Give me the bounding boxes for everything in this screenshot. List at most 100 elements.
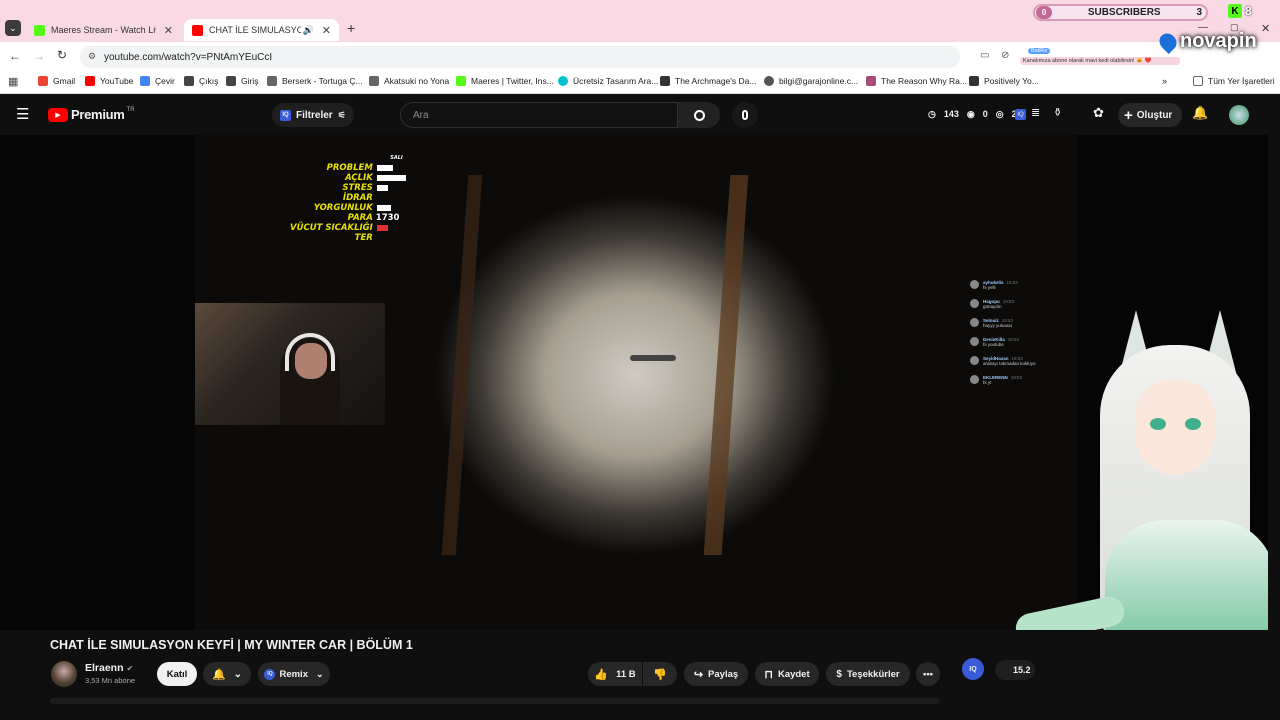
- all-bookmarks-folder[interactable]: Tüm Yer İşaretleri: [1193, 76, 1275, 86]
- site-icon: [267, 76, 277, 86]
- tab-search-button[interactable]: ⌄: [5, 20, 21, 36]
- chat-message: ayhukelis 19:53 hi yelli: [970, 280, 1060, 290]
- subscribe-bell-button[interactable]: 🔔 ⌄: [203, 662, 251, 686]
- url-field[interactable]: ⚙ youtube.com/watch?v=PNtAmYEuCcI: [80, 46, 960, 68]
- eye-off-icon[interactable]: ⊘: [1001, 50, 1009, 61]
- join-button[interactable]: Katıl: [157, 662, 197, 686]
- vtuber-fan: [1013, 593, 1127, 630]
- bookmark-archmage[interactable]: The Archmage's Da...: [660, 76, 756, 86]
- apps-grid-icon[interactable]: ▦: [8, 75, 18, 88]
- bookmark-canva[interactable]: Ücretsiz Tasarım Ara...: [558, 76, 658, 86]
- bookmark-garajonline[interactable]: bilgi@garajonline.c...: [764, 76, 858, 86]
- chat-body: Hagopu 19:53 günaydın: [983, 299, 1014, 309]
- subscribers-label: SUBSCRIBERS: [1087, 7, 1161, 18]
- hud-row: AÇLIK: [290, 173, 413, 183]
- iq-extension-icon[interactable]: IQ: [1015, 109, 1026, 120]
- avatar[interactable]: [1229, 105, 1249, 125]
- like-button[interactable]: 👍 11 B: [588, 662, 642, 686]
- bookmark-reason[interactable]: The Reason Why Ra...: [866, 76, 967, 86]
- bookmark-label: Çıkış: [199, 76, 219, 86]
- share-button[interactable]: ↪ Paylaş: [684, 662, 748, 686]
- hud-row: PARA 1730: [290, 213, 413, 223]
- remix-button[interactable]: IQ Remix ⌄: [258, 662, 330, 686]
- more-actions-button[interactable]: •••: [916, 662, 940, 686]
- chevron-down-icon: ⌄: [233, 668, 243, 680]
- chat-text: hi yelli: [983, 285, 996, 290]
- chat-avatar: [970, 356, 979, 365]
- hud-row: İDRAR: [290, 193, 413, 203]
- video-player[interactable]: SALI PROBLEM AÇLIK STRES İDRAR YORGUNLUK PARA…: [0, 135, 1268, 630]
- window-close-icon[interactable]: ✕: [1261, 22, 1270, 35]
- hud-label: PARA: [347, 213, 373, 223]
- page-icon: [184, 76, 194, 86]
- kick-follower-badge: K 8: [1228, 2, 1260, 20]
- close-tab-icon[interactable]: ✕: [164, 24, 173, 37]
- chat-avatar: [970, 318, 979, 327]
- thanks-icon: $: [836, 668, 842, 680]
- chevron-down-icon: ⌄: [315, 668, 324, 679]
- channel-avatar[interactable]: [51, 661, 77, 687]
- back-icon[interactable]: ←: [9, 49, 21, 63]
- cast-icon[interactable]: ▭: [980, 50, 989, 61]
- target-icon: ◉: [966, 109, 975, 119]
- extension-puzzle-icon[interactable]: ✿: [1093, 105, 1104, 121]
- hud-row: STRES: [290, 183, 413, 193]
- reload-icon[interactable]: ↻: [57, 48, 67, 62]
- hud-slot: [373, 175, 413, 181]
- speaker-icon[interactable]: 🔊: [303, 25, 314, 36]
- bookmark-maeres[interactable]: Maeres | Twitter, Ins...: [456, 76, 554, 86]
- more-bookmarks-icon[interactable]: »: [1162, 76, 1167, 86]
- eye-icon: ◎: [995, 109, 1004, 119]
- bookmark-cevir[interactable]: Çevir: [140, 76, 175, 86]
- voice-search-button[interactable]: [732, 102, 758, 128]
- kick-icon: [456, 76, 466, 86]
- thanks-button[interactable]: $ Teşekkürler: [826, 662, 910, 686]
- site-info-icon[interactable]: ⚙: [88, 51, 96, 62]
- streamer-face: [295, 343, 327, 379]
- browser-tab-youtube[interactable]: CHAT İLE SIMULASYON KEY 🔊 ✕: [184, 19, 339, 41]
- streamer-webcam: [195, 303, 385, 425]
- create-button[interactable]: + Oluştur: [1118, 103, 1183, 127]
- bookmark-giris[interactable]: Giriş: [226, 76, 258, 86]
- bookmark-label: bilgi@garajonline.c...: [779, 76, 859, 86]
- dislike-button[interactable]: 👎: [643, 662, 677, 686]
- chat-time: 19:53: [1002, 299, 1015, 304]
- bookmark-akatsuki[interactable]: Akatsuki no Yona: [369, 76, 449, 86]
- browser-tab-maeres[interactable]: Maeres Stream - Watch Live on ✕: [26, 19, 181, 41]
- canva-icon: [558, 76, 568, 86]
- filters-button[interactable]: IQ Filtreler ⚟: [272, 103, 354, 127]
- vtuber-face: [1135, 380, 1215, 475]
- description-strip: [50, 698, 940, 704]
- save-button[interactable]: ⊓ Kaydet: [755, 662, 819, 686]
- iq-side-button[interactable]: IQ: [962, 658, 984, 680]
- bookmark-berserk[interactable]: Berserk - Tortuga Ç...: [267, 76, 363, 86]
- hud-slot: [373, 225, 413, 231]
- channel-name[interactable]: Elraenn: [85, 662, 124, 674]
- logo-text: Premium: [71, 107, 125, 122]
- bookmark-cikis[interactable]: Çıkış: [184, 76, 218, 86]
- tab-title: CHAT İLE SIMULASYON KEY: [209, 25, 301, 35]
- iq-icon: IQ: [264, 668, 276, 680]
- close-tab-icon[interactable]: ✕: [322, 24, 331, 37]
- award-icon[interactable]: ⚱: [1053, 106, 1062, 119]
- bookmark-youtube[interactable]: YouTube: [85, 76, 133, 86]
- new-tab-button[interactable]: +: [347, 20, 355, 36]
- hud-label: YORGUNLUK: [313, 203, 373, 213]
- search-button[interactable]: [678, 102, 720, 128]
- share-label: Paylaş: [708, 668, 739, 680]
- clock-icon: ◷: [928, 109, 936, 119]
- stat-b: 0: [982, 109, 988, 119]
- translate-icon: [140, 76, 150, 86]
- bookmark-gmail[interactable]: Gmail: [38, 76, 75, 86]
- notifications-bell-icon[interactable]: 🔔: [1192, 105, 1208, 121]
- youtube-premium-logo[interactable]: ▶ Premium TR: [48, 107, 135, 122]
- bookmark-label: YouTube: [100, 76, 134, 86]
- bookmark-positively[interactable]: Positively Yo...: [969, 76, 1039, 86]
- hud-row: PROBLEM: [290, 163, 413, 173]
- search-input[interactable]: Ara: [400, 102, 678, 128]
- menu-icon[interactable]: ☰: [16, 105, 29, 123]
- list-icon[interactable]: ≣: [1031, 106, 1040, 119]
- forward-icon[interactable]: →: [33, 49, 45, 63]
- bookmark-label: Tüm Yer İşaretleri: [1208, 76, 1275, 86]
- chat-text: günaydın: [983, 304, 1002, 309]
